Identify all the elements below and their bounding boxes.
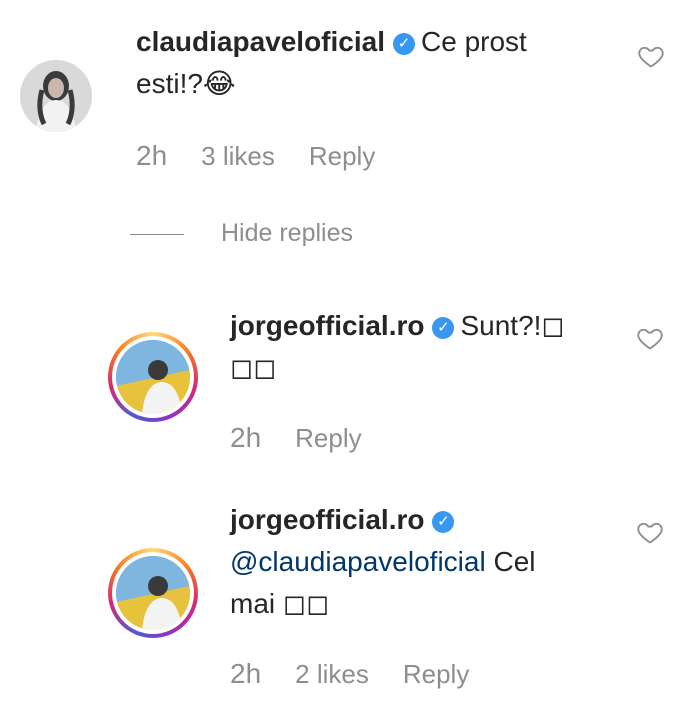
reply-time[interactable]: 2h <box>230 422 261 453</box>
replies-divider <box>130 234 184 235</box>
reply-body-text: Cel <box>485 546 536 577</box>
comment-username[interactable]: claudiapaveloficial <box>136 26 385 57</box>
reply-button[interactable]: Reply <box>403 659 469 689</box>
reply-meta: 2h 2 likes Reply <box>230 658 503 690</box>
avatar-photo <box>116 556 190 630</box>
reply-username[interactable]: jorgeofficial.ro <box>230 310 424 341</box>
comment-body-line1: Ce prost <box>421 26 527 57</box>
avatar-photo <box>116 340 190 414</box>
reply-body-line2: ◻◻ <box>230 352 277 383</box>
avatar[interactable] <box>108 548 198 638</box>
reply-button[interactable]: Reply <box>295 423 361 453</box>
reply-button[interactable]: Reply <box>309 141 375 171</box>
reply-username[interactable]: jorgeofficial.ro <box>230 504 424 535</box>
comment-text: claudiapaveloficial ✓ Ce prost <box>136 22 527 62</box>
reply-body-line2: mai ◻◻ <box>230 588 330 619</box>
reply-likes[interactable]: 2 likes <box>295 659 369 689</box>
comment-likes[interactable]: 3 likes <box>201 141 275 171</box>
reply-text: jorgeofficial.ro ✓ Sunt?!◻ <box>230 306 565 346</box>
comment-body-line2: esti!?😂 <box>136 68 236 99</box>
reply-body-line1: @claudiapaveloficial Cel <box>230 542 535 582</box>
mention-link[interactable]: @claudiapaveloficial <box>230 546 486 577</box>
heart-outline-icon[interactable] <box>636 518 664 546</box>
reply-text: jorgeofficial.ro ✓ <box>230 500 460 540</box>
avatar-photo <box>20 60 92 132</box>
verified-badge-icon: ✓ <box>432 317 455 339</box>
comment-time[interactable]: 2h <box>136 140 167 171</box>
avatar[interactable] <box>20 60 92 132</box>
verified-badge-icon: ✓ <box>393 33 415 55</box>
heart-outline-icon[interactable] <box>636 324 664 352</box>
reply-body-line1: Sunt?!◻ <box>460 310 565 341</box>
avatar-person-graphic <box>116 556 190 630</box>
avatar-ring <box>112 336 194 418</box>
avatar-ring <box>112 552 194 634</box>
comment-meta: 2h 3 likes Reply <box>136 140 409 172</box>
heart-outline-icon[interactable] <box>637 42 665 70</box>
reply-time[interactable]: 2h <box>230 658 261 689</box>
reply-meta: 2h Reply <box>230 422 396 454</box>
verified-badge-icon: ✓ <box>432 511 455 533</box>
hide-replies-button[interactable]: Hide replies <box>221 219 353 248</box>
avatar-person-graphic <box>116 340 190 414</box>
avatar[interactable] <box>108 332 198 422</box>
